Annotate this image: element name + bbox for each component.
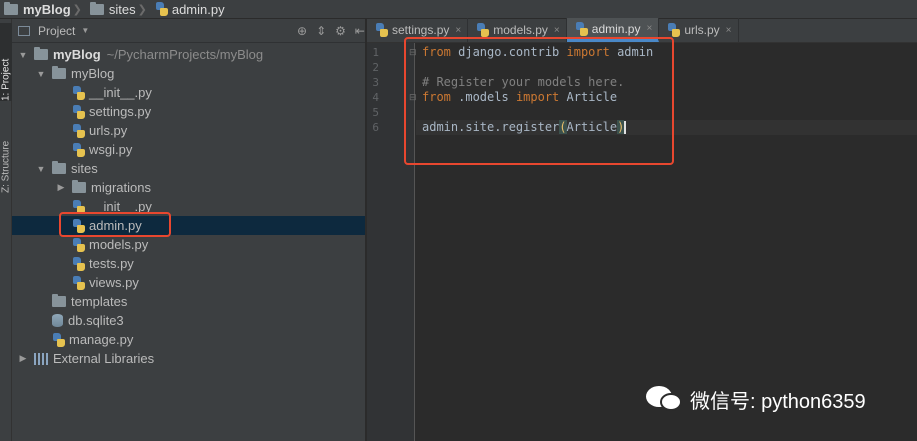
line-number: 5: [372, 106, 379, 119]
python-file-icon: [667, 23, 681, 37]
tree-item-label: sites: [71, 161, 98, 176]
tree-item[interactable]: ▼ myBlog: [12, 64, 365, 83]
breadcrumb-item-file[interactable]: admin.py: [155, 0, 229, 19]
tree-item-label: templates: [71, 294, 128, 309]
tree-item[interactable]: ▶ migrations: [12, 178, 365, 197]
chevron-down-icon[interactable]: ▼: [81, 26, 89, 35]
tool-window-strip: 1: Project Z: Structure: [0, 19, 13, 441]
tree-item[interactable]: ▶tests.py: [12, 254, 365, 273]
folder-icon: [52, 294, 66, 307]
tree-item[interactable]: ▶wsgi.py: [12, 140, 365, 159]
python-file-icon: [72, 104, 85, 119]
tree-item-label: settings.py: [89, 104, 152, 119]
tree-item[interactable]: ▶views.py: [12, 273, 365, 292]
collapse-all-icon[interactable]: ⊕: [297, 24, 307, 38]
tree-item-path: ~/PycharmProjects/myBlog: [106, 47, 264, 62]
tree-item[interactable]: ▶manage.py: [12, 330, 365, 349]
tree-item[interactable]: ▶db.sqlite3: [12, 311, 365, 330]
python-file-icon: [72, 142, 85, 157]
wechat-icon: [646, 384, 684, 414]
close-icon[interactable]: ×: [646, 23, 652, 34]
folder-icon: [34, 47, 48, 60]
tree-item-label: migrations: [91, 180, 151, 195]
tree-item[interactable]: ▶models.py: [12, 235, 365, 254]
watermark-text: 微信号: python6359: [690, 390, 866, 413]
folder-icon: [52, 66, 66, 79]
tree-item-label: wsgi.py: [89, 142, 133, 157]
breadcrumb: myBlog ❯ sites ❯ admin.py: [0, 0, 917, 19]
tree-item-label: myBlog: [71, 66, 115, 81]
tree-item-label: External Libraries: [53, 351, 155, 366]
folder-icon: [52, 161, 66, 174]
annotation-box-code: [404, 37, 674, 165]
tree-item-label: tests.py: [89, 256, 134, 271]
folder-icon: [4, 1, 18, 15]
tree-item-label: myBlog: [53, 47, 101, 62]
project-tree: ▼myBlog~/PycharmProjects/myBlog▼myBlog▶_…: [12, 43, 365, 368]
python-file-icon: [72, 123, 85, 138]
close-icon[interactable]: ×: [455, 25, 461, 36]
project-panel-header: Project ▼ ⊕ ⇕ ⚙ ⇤: [12, 19, 365, 43]
project-view-selector[interactable]: Project: [38, 24, 75, 38]
line-number: 1: [372, 46, 379, 59]
tree-item[interactable]: ▶templates: [12, 292, 365, 311]
tree-item-label: models.py: [89, 237, 149, 252]
library-icon: [34, 352, 48, 365]
line-number: 2: [372, 61, 379, 74]
folder-icon: [72, 180, 86, 193]
project-view-icon: [18, 25, 30, 36]
tree-item[interactable]: ▶__init__.py: [12, 83, 365, 102]
python-file-icon: [155, 2, 168, 16]
python-file-icon: [72, 237, 85, 252]
tree-item[interactable]: ▼ sites: [12, 159, 365, 178]
line-number: 3: [372, 76, 379, 89]
tree-item[interactable]: ▶urls.py: [12, 121, 365, 140]
tree-item-label: __init__.py: [89, 85, 152, 100]
tree-item-label: views.py: [89, 275, 139, 290]
expand-arrow-down-icon[interactable]: ▼: [36, 69, 46, 79]
python-file-icon: [52, 332, 65, 347]
scroll-from-source-icon[interactable]: ⇕: [316, 24, 326, 38]
tree-item-label: manage.py: [69, 332, 134, 347]
close-icon[interactable]: ×: [554, 25, 560, 36]
tree-item-label: db.sqlite3: [68, 313, 124, 328]
python-file-icon: [375, 23, 388, 37]
gear-icon[interactable]: ⚙: [335, 24, 346, 38]
tree-item-label: urls.py: [89, 123, 128, 138]
line-number: 4: [372, 91, 379, 104]
editor-tab-label: admin.py: [591, 21, 641, 36]
folder-icon: [89, 1, 104, 15]
chevron-right-icon: ❯: [137, 3, 147, 16]
chevron-right-icon: ❯: [72, 3, 82, 16]
python-file-icon: [476, 23, 490, 37]
editor-tab-label: settings.py: [392, 23, 450, 37]
editor-tab-label: models.py: [493, 23, 548, 37]
python-file-icon: [72, 85, 85, 100]
tree-item[interactable]: ▶ External Libraries: [12, 349, 365, 368]
expand-arrow-right-icon[interactable]: ▶: [56, 182, 66, 193]
watermark: 微信号: python6359: [646, 382, 866, 416]
python-file-icon: [72, 256, 85, 271]
breadcrumb-item-sites[interactable]: sites ❯: [89, 0, 155, 19]
python-file-icon: [72, 275, 85, 290]
expand-arrow-down-icon[interactable]: ▼: [18, 50, 28, 60]
editor-tab-label: urls.py: [684, 23, 720, 37]
tree-item[interactable]: ▼ myBlog ~/PycharmProjects/myBlog: [12, 45, 365, 64]
breadcrumb-item-project[interactable]: myBlog ❯: [2, 0, 90, 19]
tree-item[interactable]: ▶settings.py: [12, 102, 365, 121]
expand-arrow-down-icon[interactable]: ▼: [36, 164, 46, 174]
expand-arrow-right-icon[interactable]: ▶: [18, 353, 28, 364]
annotation-box-tree: [59, 212, 171, 237]
close-icon[interactable]: ×: [726, 25, 732, 36]
line-number: 6: [372, 121, 379, 134]
hide-panel-icon[interactable]: ⇤: [355, 24, 365, 38]
database-icon: [52, 314, 63, 327]
python-file-icon: [575, 21, 588, 36]
